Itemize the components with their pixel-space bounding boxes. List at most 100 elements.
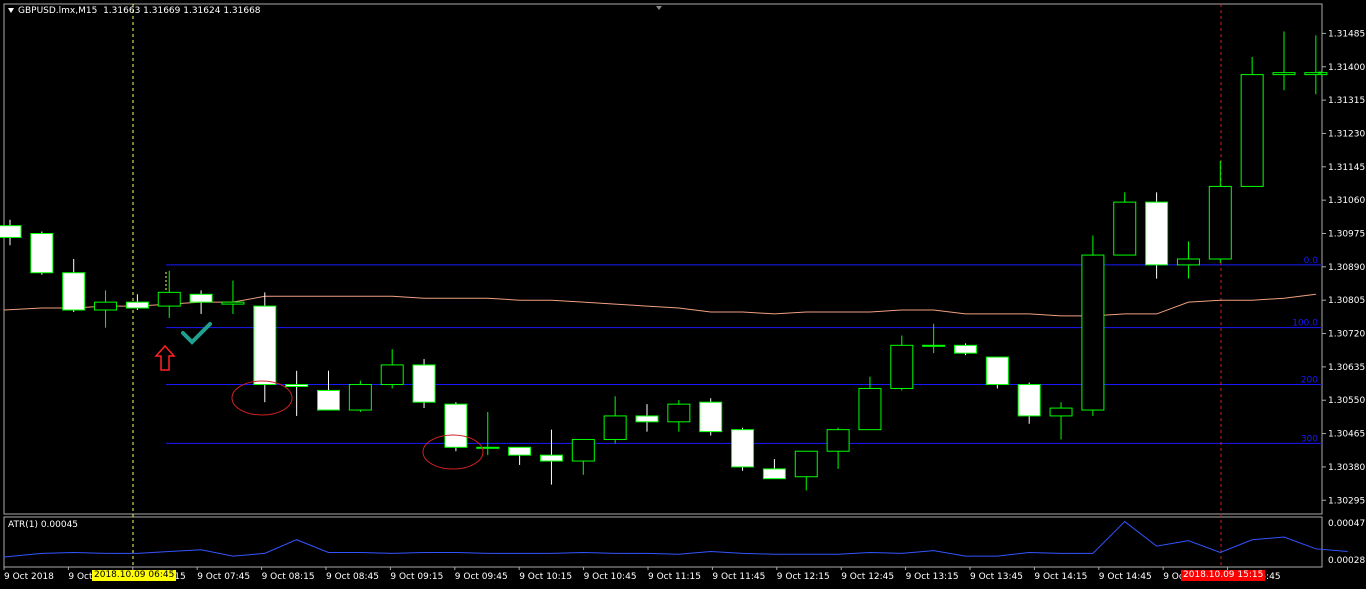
candle [62,259,86,312]
atr-pane-border [3,516,1323,568]
time-axis[interactable]: 9 Oct 20189 Oct 06:459 Oct 07:159 Oct 07… [3,567,1281,582]
candle [476,412,500,456]
chevron-down-icon[interactable] [8,8,14,13]
time-tick-label: 9 Oct 12:45 [841,572,894,582]
checkmark-icon [181,322,212,345]
atr-line [3,520,1348,558]
time-tick-label: 9 Oct 08:15 [262,572,315,582]
candle-body [858,387,882,431]
candle-body [508,446,532,456]
price-tick-label: 1.31400 [1328,63,1365,73]
arrow-up-icon [154,344,176,371]
candle [253,292,277,403]
candle [444,402,468,452]
level-lines: 0.0 100.0 200 300 [166,256,1322,444]
candle [1081,235,1105,416]
candle-body [1049,407,1073,417]
price-tick-label: 1.30295 [1328,496,1365,506]
candle [1304,35,1328,95]
price-tick-label: 1.30380 [1328,463,1365,473]
candle-body [635,415,659,423]
candle-body [348,384,372,411]
candle-body [1017,384,1041,417]
candle-body [285,384,309,387]
candle [571,438,595,475]
price-axis[interactable]: 1.31485 1.31400 1.31315 1.31230 1.31145 1.310… [1318,29,1365,566]
candle-body [922,344,946,347]
price-tick-label: 1.31485 [1328,29,1365,39]
time-tick-label: 9 Oct 13:45 [970,572,1023,582]
candle-body [221,301,245,305]
candle-body [603,415,627,440]
candle [1145,192,1169,279]
candle-body [890,344,914,389]
level-label: 200 [1301,376,1318,386]
time-tick-label: 9 Oct 13:15 [906,572,959,582]
candle-body [794,450,818,478]
crosshair-lines [132,4,1222,567]
candle [762,459,786,480]
candle-body [699,401,723,433]
price-tick-label: 1.31145 [1328,163,1365,173]
candle-body [667,403,691,423]
candle [94,290,118,328]
scroll-marker-icon [656,6,662,10]
candle [380,349,404,389]
candle-body [1304,72,1328,76]
candle [412,359,436,409]
time-tick-label: 9 Oct 2018 [4,572,54,582]
candle-body [985,356,1009,386]
cursor-time-tag-left: 2018.10.09 06:45 [92,570,177,581]
atr-tick-label: 0.00047 [1328,519,1365,529]
circle-marker [231,380,293,416]
time-tick-label: 9 Oct 07:45 [197,572,250,582]
candle-body [476,446,500,449]
time-tick-label: 9 Oct 11:45 [712,572,765,582]
time-tick-label: 9 Oct 12:15 [777,572,830,582]
candle-body [954,344,977,354]
candle [603,396,627,444]
candle-body [189,293,213,303]
level-label: 0.0 [1304,256,1319,266]
candle [985,356,1009,389]
candle [221,280,245,314]
candle-body [826,429,850,452]
candle [731,427,755,471]
cursor-time-tag-right: 2018.10.09 15:15 [1181,570,1266,581]
time-tick-label: 9 Oct 09:15 [390,572,443,582]
price-tick-label: 1.30465 [1328,430,1365,440]
main-pane-border [3,3,1323,515]
candle-body [30,233,54,274]
chart-canvas[interactable]: 0.0100.0200300 1.314851.314001.313151.31… [0,0,1366,589]
candle-body [0,225,22,238]
candle [285,370,309,416]
price-tick-label: 1.30975 [1328,230,1365,240]
time-tick-label: 9 Oct 08:45 [326,572,379,582]
candle-body [157,291,181,307]
candle-body [571,438,595,462]
time-tick-label: 9 Oct 14:45 [1099,572,1152,582]
candle [189,290,213,314]
candle-body [62,272,86,311]
candle [348,380,372,412]
candle-body [412,364,436,403]
candle [699,398,723,436]
time-tick-label: 9 Oct 14:15 [1034,572,1087,582]
candle-body [1176,258,1200,266]
candle-body [444,403,468,448]
candle-body [253,305,277,386]
candle [1240,56,1264,187]
candle-body [1208,185,1232,260]
candle-body [380,364,404,386]
candle [30,231,54,275]
candles[interactable] [0,31,1328,491]
candle [794,450,818,491]
time-tick-label: 9 Oct 11:15 [648,572,701,582]
candle [1272,31,1296,91]
chart-frame [3,3,1323,568]
price-tick-label: 1.30890 [1328,263,1365,273]
chart-title: GBPUSD.lmx,M15 1.31663 1.31669 1.31624 1… [8,6,261,16]
atr-tick-label: 0.00028 [1328,556,1365,566]
candle [157,270,181,318]
candle-body [1145,201,1169,266]
